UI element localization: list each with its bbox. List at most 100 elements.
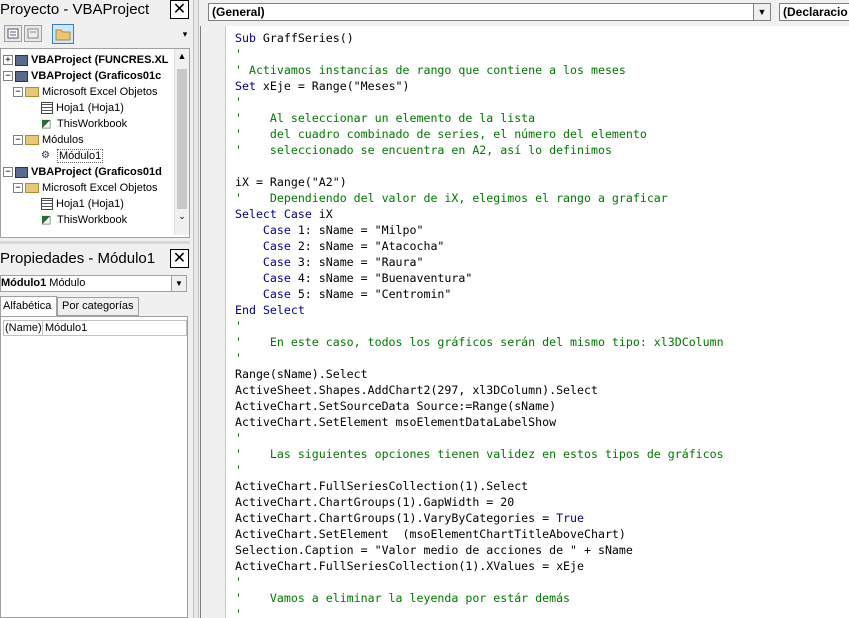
- code-line[interactable]: ActiveChart.ChartGroups(1).GapWidth = 20: [235, 494, 514, 510]
- code-line[interactable]: ' En este caso, todos los gráficos serán…: [235, 334, 724, 350]
- tab-categories[interactable]: Por categorías: [57, 297, 139, 316]
- code-line[interactable]: ': [235, 462, 242, 478]
- code-line[interactable]: ActiveChart.FullSeriesCollection(1).Sele…: [235, 478, 528, 494]
- code-margin: [201, 26, 226, 618]
- panel-separator: [0, 241, 190, 244]
- tree-item[interactable]: ◩ ThisWorkbook: [41, 212, 127, 228]
- scroll-down-icon[interactable]: ⌄: [175, 209, 189, 223]
- property-value[interactable]: Módulo1: [45, 320, 87, 336]
- module-icon: ⚙: [41, 150, 50, 162]
- tree-item-label: ThisWorkbook: [57, 118, 128, 130]
- tree-item[interactable]: VBAProject (Graficos01c: [15, 68, 161, 84]
- code-line[interactable]: Select Case iX: [235, 206, 333, 222]
- code-line[interactable]: ActiveChart.SetElement (msoElementChartT…: [235, 526, 626, 542]
- object-selector[interactable]: Módulo1 Módulo ▼: [0, 275, 187, 292]
- scroll-up-icon[interactable]: ▲: [175, 49, 189, 63]
- code-line[interactable]: ActiveChart.SetSourceData Source:=Range(…: [235, 398, 556, 414]
- code-line[interactable]: ' seleccionado se encuentra en A2, así l…: [235, 142, 612, 158]
- code-line[interactable]: Case 1: sName = "Milpo": [235, 222, 424, 238]
- code-line[interactable]: Range(sName).Select: [235, 366, 368, 382]
- object-type: Módulo: [49, 277, 86, 289]
- tree-expander-icon[interactable]: −: [13, 87, 23, 97]
- code-line[interactable]: ': [235, 606, 242, 618]
- folder-icon: [25, 135, 39, 146]
- properties-grid: (Name) Módulo1: [0, 316, 188, 618]
- tree-item[interactable]: VBAProject (FUNCRES.XL: [15, 52, 169, 68]
- code-line[interactable]: ' Vamos a eliminar la leyenda por estár …: [235, 590, 570, 606]
- project-toolbar: ▾: [0, 22, 190, 46]
- tree-item-label: ThisWorkbook: [57, 214, 128, 226]
- tree-item[interactable]: Microsoft Excel Objetos: [25, 180, 158, 196]
- tree-item-label: Módulos: [42, 134, 84, 146]
- code-line[interactable]: ActiveChart.ChartGroups(1).VaryByCategor…: [235, 510, 584, 526]
- tree-item[interactable]: Módulos: [25, 132, 84, 148]
- tab-alphabetic[interactable]: Alfabética: [0, 296, 57, 316]
- code-line[interactable]: ': [235, 350, 242, 366]
- code-line[interactable]: ' Al seleccionar un elemento de la lista: [235, 110, 535, 126]
- code-line[interactable]: Case 3: sName = "Raura": [235, 254, 424, 270]
- tree-expander-icon[interactable]: −: [13, 135, 23, 145]
- tree-expander-icon[interactable]: −: [3, 167, 13, 177]
- code-line[interactable]: ActiveSheet.Shapes.AddChart2(297, xl3DCo…: [235, 382, 598, 398]
- code-line[interactable]: ' Activamos instancias de rango que cont…: [235, 62, 626, 78]
- tree-item[interactable]: Hoja1 (Hoja1): [41, 196, 124, 212]
- code-line[interactable]: End Select: [235, 302, 305, 318]
- tree-expander-icon[interactable]: −: [3, 71, 13, 81]
- code-line[interactable]: ': [235, 574, 242, 590]
- code-line[interactable]: iX = Range("A2"): [235, 174, 347, 190]
- code-line[interactable]: Set xEje = Range("Meses"): [235, 78, 410, 94]
- tree-item-label: Microsoft Excel Objetos: [42, 182, 158, 194]
- tree-expander-icon[interactable]: +: [3, 55, 13, 65]
- project-tree: + VBAProject (FUNCRES.XL − VBAProject (Graf…: [0, 48, 190, 238]
- worksheet-icon: [41, 198, 53, 211]
- code-line[interactable]: ': [235, 318, 242, 334]
- view-code-icon[interactable]: [4, 25, 22, 42]
- code-line[interactable]: Case 4: sName = "Buenaventura": [235, 270, 472, 286]
- object-combo[interactable]: (General) ▼: [208, 3, 771, 21]
- project-tree-scrollbar[interactable]: ▲ ⌄: [174, 49, 189, 235]
- object-name: Módulo1: [1, 277, 47, 289]
- tree-item[interactable]: ◩ ThisWorkbook: [41, 116, 127, 132]
- workbook-icon: ◩: [41, 118, 52, 131]
- object-dropdown-icon[interactable]: ▼: [171, 276, 186, 291]
- code-line[interactable]: ActiveChart.SetElement msoElementDataLab…: [235, 414, 556, 430]
- code-line[interactable]: Selection.Caption = "Valor medio de acci…: [235, 542, 633, 558]
- tree-item[interactable]: Microsoft Excel Objetos: [25, 84, 158, 100]
- procedure-combo[interactable]: (Declaracio: [779, 3, 849, 21]
- view-object-icon[interactable]: [24, 25, 42, 42]
- code-line[interactable]: ': [235, 430, 242, 446]
- object-combo-value: (General): [212, 5, 265, 19]
- project-close-button[interactable]: ✕: [170, 0, 189, 19]
- tree-item-label: VBAProject (Graficos01c: [31, 70, 162, 82]
- scroll-thumb[interactable]: [177, 69, 187, 209]
- code-line[interactable]: ' del cuadro combinado de series, el núm…: [235, 126, 647, 142]
- code-editor[interactable]: Sub GraffSeries() ' ' Activamos instancias…: [200, 26, 849, 618]
- tree-item[interactable]: Hoja1 (Hoja1): [41, 100, 124, 116]
- tree-item-label: Módulo1: [57, 149, 104, 163]
- tree-item[interactable]: ⚙ Módulo1: [41, 148, 104, 164]
- tree-item-label: VBAProject (FUNCRES.XL: [31, 54, 169, 66]
- tree-item[interactable]: VBAProject (Graficos01d: [15, 164, 162, 180]
- code-line[interactable]: Case 2: sName = "Atacocha": [235, 238, 444, 254]
- property-row-name[interactable]: (Name) Módulo1: [3, 320, 187, 336]
- tab-alphabetic-label: Alfabética: [3, 300, 52, 312]
- tree-item-label: Hoja1 (Hoja1): [56, 198, 124, 210]
- code-line[interactable]: Sub GraffSeries(): [235, 30, 354, 46]
- folder-icon: [25, 87, 39, 98]
- code-line[interactable]: ': [235, 46, 242, 62]
- object-combo-dropdown-icon[interactable]: ▼: [753, 4, 770, 20]
- toolbar-overflow-icon[interactable]: ▾: [180, 24, 190, 44]
- code-line[interactable]: ' Las siguientes opciones tienen validez…: [235, 446, 724, 462]
- code-line[interactable]: ': [235, 94, 242, 110]
- code-line[interactable]: ActiveChart.FullSeriesCollection(1).XVal…: [235, 558, 584, 574]
- toggle-folders-icon[interactable]: [52, 24, 74, 44]
- properties-panel-title: Propiedades - Módulo1: [0, 250, 156, 267]
- code-line[interactable]: ' Dependiendo del valor de iX, elegimos …: [235, 190, 668, 206]
- code-line[interactable]: Case 5: sName = "Centromin": [235, 286, 451, 302]
- worksheet-icon: [41, 102, 53, 115]
- properties-close-button[interactable]: ✕: [170, 249, 189, 268]
- tree-expander-icon[interactable]: −: [13, 183, 23, 193]
- code-window-splitter[interactable]: [193, 0, 199, 618]
- project-icon: [15, 70, 28, 82]
- folder-icon: [25, 183, 39, 194]
